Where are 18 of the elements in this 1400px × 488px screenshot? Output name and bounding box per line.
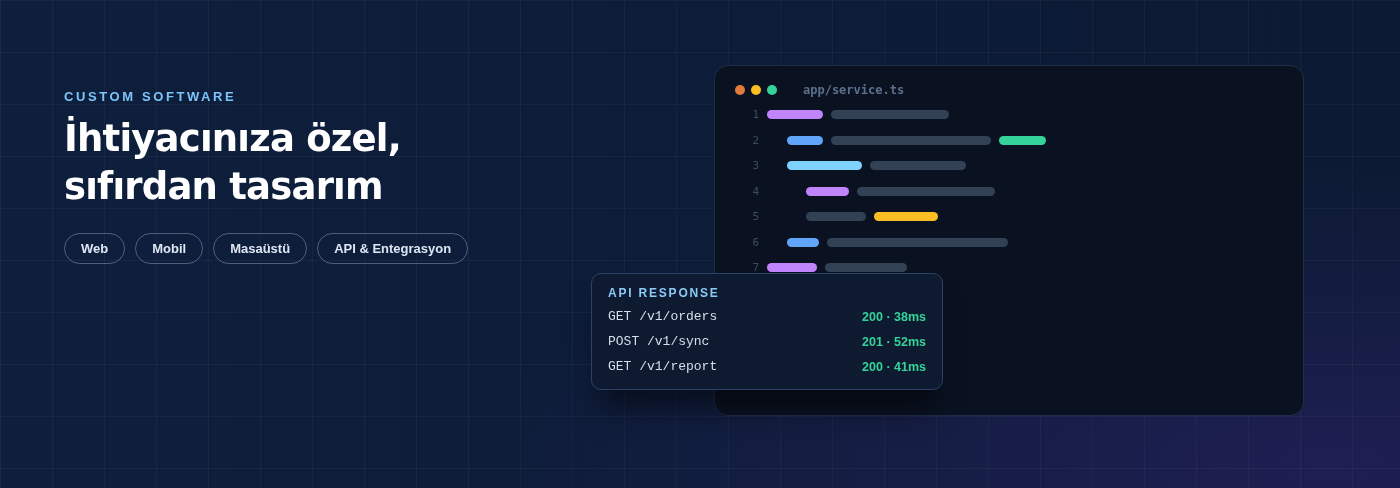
line-number: 4 [751, 184, 759, 198]
response-status: 200 · 41ms [862, 359, 926, 374]
headline: sıfırdan tasarım [64, 164, 383, 210]
response-status: 200 · 38ms [862, 309, 926, 324]
line-number: 7 [751, 261, 759, 275]
eyebrow-label: CUSTOM SOFTWARE [64, 89, 238, 105]
panel-title: API RESPONSE [608, 286, 721, 300]
line-number: 2 [751, 133, 759, 147]
line-number: 6 [751, 235, 759, 249]
headline: İhtiyacınıza özel, [64, 115, 401, 162]
line-number: 1 [751, 108, 759, 122]
line-number: 3 [751, 159, 759, 173]
file-name: app/service.ts [803, 83, 905, 97]
request-path: POST /v1/sync [608, 334, 710, 349]
response-status: 201 · 52ms [862, 334, 926, 349]
request-path: GET /v1/orders [608, 309, 718, 324]
line-number: 5 [751, 210, 759, 224]
request-path: GET /v1/report [608, 359, 718, 374]
